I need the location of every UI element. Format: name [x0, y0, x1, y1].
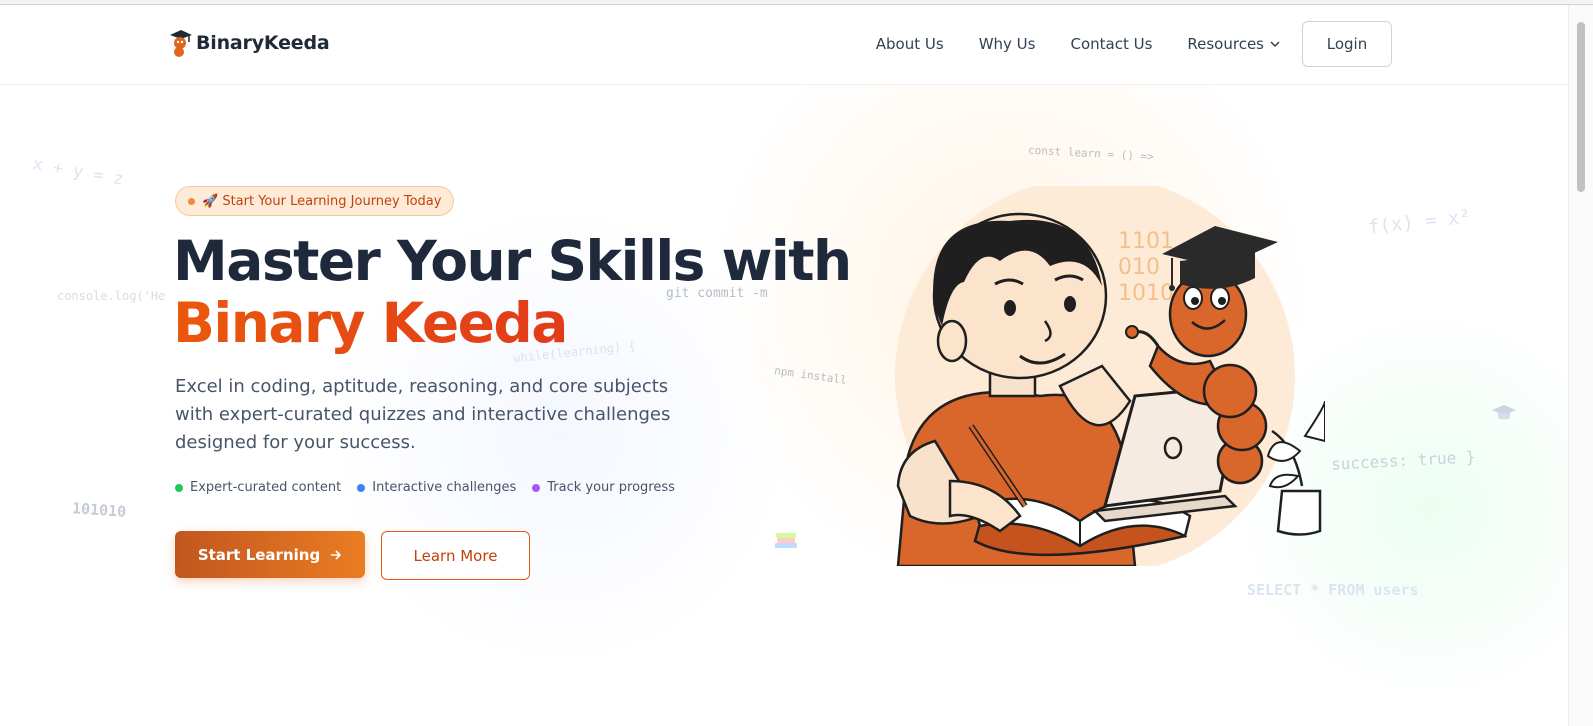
feature-item: Track your progress [532, 480, 675, 495]
feature-dot-green [175, 483, 183, 492]
feature-item: Interactive challenges [357, 480, 516, 495]
feature-item: Expert-curated content [175, 480, 341, 495]
hero-title-line1: Master Your Skills with [173, 229, 852, 293]
feature-label: Expert-curated content [190, 480, 342, 495]
deco-const-learn: const learn = () => [1027, 143, 1155, 164]
nav-about-us[interactable]: About Us [876, 35, 944, 53]
nav-why-us[interactable]: Why Us [979, 35, 1036, 53]
learn-more-button[interactable]: Learn More [381, 531, 530, 580]
feature-label: Interactive challenges [372, 480, 517, 495]
feature-dot-purple [532, 483, 541, 492]
books-icon [775, 533, 797, 548]
graduation-cap-icon [1492, 405, 1516, 420]
hero-title-brand: Binary Keeda [173, 292, 851, 354]
deco-sql-select: SELECT * FROM users [1247, 581, 1419, 599]
deco-success-true: success: true } [1330, 447, 1476, 474]
start-learning-button[interactable]: Start Learning [175, 531, 365, 578]
keeda-mascot-icon [170, 30, 192, 57]
page-scrollbar[interactable] [1568, 5, 1593, 726]
hero-title: Master Your Skills with Binary Keeda [173, 229, 852, 354]
nav-contact-us[interactable]: Contact Us [1070, 35, 1152, 53]
start-learning-label: Start Learning [197, 545, 321, 564]
feature-label: Track your progress [547, 480, 675, 495]
badge-dot [188, 197, 195, 205]
feature-dot-blue [357, 483, 366, 492]
hero-section: x + y = z console.log('He 101010 git com… [0, 86, 1568, 726]
student-with-mascot-illustration: 1101 010 1010 [895, 186, 1325, 566]
feature-list: Expert-curated content Interactive chall… [175, 480, 675, 495]
nav-resources[interactable]: Resources [1187, 35, 1280, 53]
deco-binary-101010: 101010 [71, 499, 127, 521]
journey-badge: 🚀 Start Your Learning Journey Today [175, 186, 455, 216]
binary-digits-3: 1010 [1118, 281, 1174, 306]
binary-digits-2: 010 [1118, 255, 1160, 280]
deco-console-log: console.log('He [57, 289, 166, 303]
login-button[interactable]: Login [1302, 21, 1392, 67]
arrow-right-icon [331, 549, 342, 560]
binary-digits-1: 1101 [1118, 229, 1174, 254]
main-nav: About Us Why Us Contact Us Resources Log… [876, 21, 1392, 67]
brand-logo[interactable]: BinaryKeeda [168, 27, 330, 59]
deco-npm-install: npm install [773, 363, 848, 388]
badge-text: 🚀 Start Your Learning Journey Today [202, 193, 442, 209]
chevron-down-icon [1270, 40, 1280, 47]
hero-description: Excel in coding, aptitude, reasoning, an… [175, 376, 671, 453]
scrollbar-thumb[interactable] [1577, 22, 1585, 192]
nav-resources-label: Resources [1187, 35, 1264, 53]
brand-name: BinaryKeeda [196, 32, 330, 54]
site-header: BinaryKeeda About Us Why Us Contact Us R… [0, 5, 1568, 85]
deco-equation: x + y = z [30, 154, 126, 190]
deco-function-fx: f(x) = x² [1367, 205, 1472, 239]
